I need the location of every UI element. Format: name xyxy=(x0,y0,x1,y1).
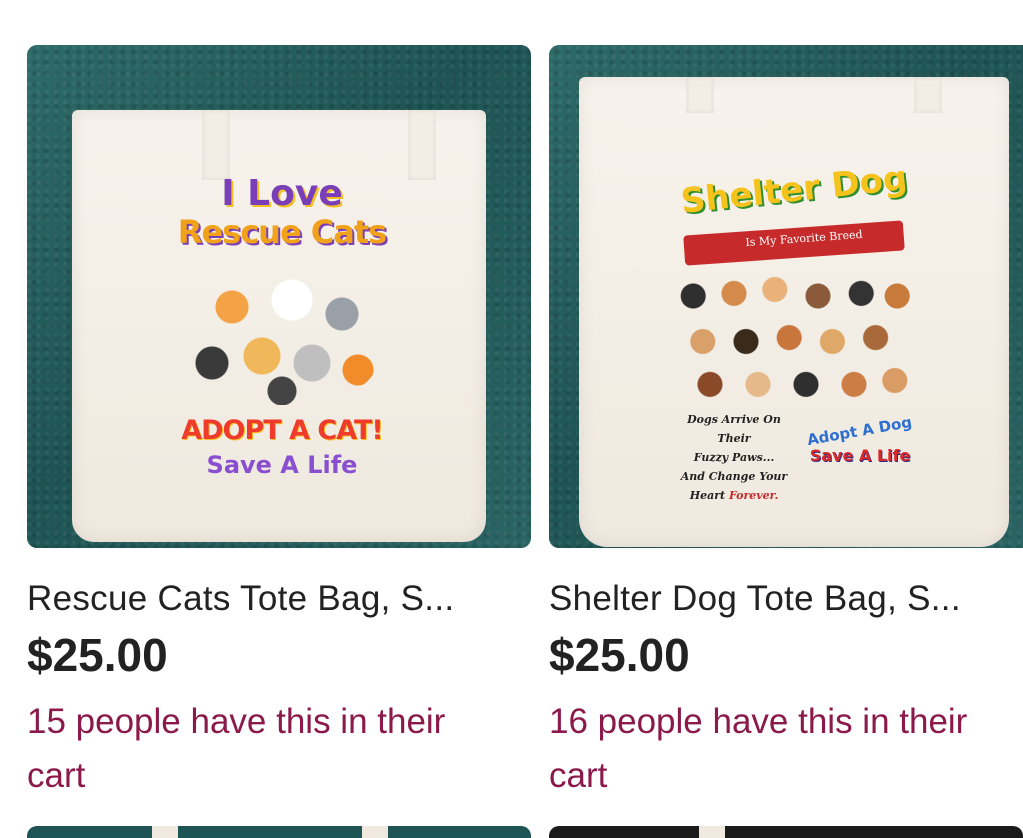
print-paragraph: Dogs Arrive On Their Fuzzy Paws... And C… xyxy=(674,410,794,505)
dog-print-design: Shelter Dog Is My Favorite Breed Dogs Ar… xyxy=(674,158,914,502)
print-text: ADOPT A CAT! xyxy=(181,415,384,446)
print-text: Save A Life xyxy=(206,451,358,479)
bag-handle xyxy=(152,826,178,838)
print-text: Dogs Arrive On Their xyxy=(687,413,781,445)
print-text: Fuzzy Paws... xyxy=(693,451,775,464)
print-text: Adopt A Dog xyxy=(805,412,914,450)
next-listing-image[interactable] xyxy=(549,826,1023,838)
listing-title[interactable]: Shelter Dog Tote Bag, S... xyxy=(549,575,1023,623)
print-text: I Love xyxy=(221,173,343,214)
bag-handle xyxy=(362,826,388,838)
print-line: Heart Forever. xyxy=(674,486,794,505)
listing-image[interactable]: Shelter Dog Is My Favorite Breed Dogs Ar… xyxy=(549,45,1023,548)
cart-count-note: 16 people have this in their cart xyxy=(549,702,968,795)
cats-illustration xyxy=(182,265,382,405)
next-listing-image[interactable] xyxy=(27,826,531,838)
listing-info: Rescue Cats Tote Bag, S... $25.00 15 peo… xyxy=(27,575,531,803)
cart-count-note: 15 people have this in their cart xyxy=(27,702,446,795)
cat-print-design: I Love Rescue Cats ADOPT A CAT! Save A L… xyxy=(162,165,402,485)
print-text: Forever. xyxy=(728,489,779,502)
dogs-illustration xyxy=(674,270,914,400)
listing-image[interactable]: I Love Rescue Cats ADOPT A CAT! Save A L… xyxy=(27,45,531,548)
listing-price: $25.00 xyxy=(549,629,690,681)
bag-handle xyxy=(699,826,725,838)
listing-price: $25.00 xyxy=(27,629,168,681)
listing-title[interactable]: Rescue Cats Tote Bag, S... xyxy=(27,575,531,623)
listing-info: Shelter Dog Tote Bag, S... $25.00 16 peo… xyxy=(549,575,1023,803)
bag-handle xyxy=(408,110,436,180)
bag-handle xyxy=(686,77,714,113)
bag-handle xyxy=(914,77,942,113)
print-text: And Change Your xyxy=(680,470,788,483)
print-text: Rescue Cats xyxy=(177,213,387,251)
listing-grid: I Love Rescue Cats ADOPT A CAT! Save A L… xyxy=(0,0,1023,838)
listing-card[interactable]: Shelter Dog Is My Favorite Breed Dogs Ar… xyxy=(549,45,1023,795)
print-text: Heart xyxy=(689,489,726,502)
print-text: Save A Life xyxy=(809,446,911,465)
listing-card[interactable]: I Love Rescue Cats ADOPT A CAT! Save A L… xyxy=(27,45,531,795)
